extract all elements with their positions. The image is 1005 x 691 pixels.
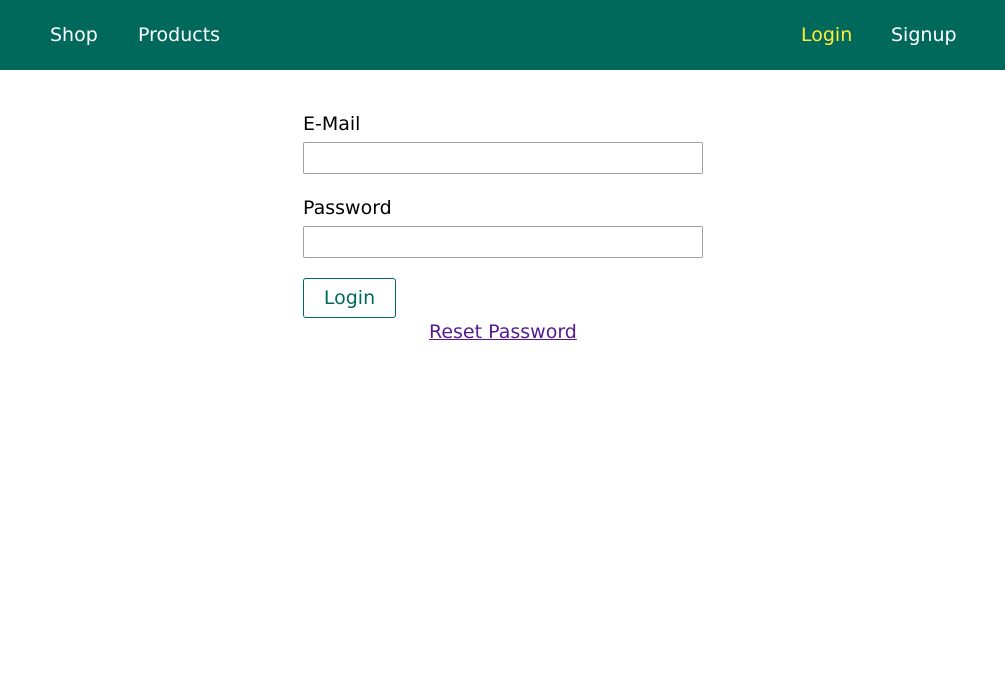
password-label: Password (303, 197, 392, 219)
nav-link-signup[interactable]: Signup (891, 22, 957, 48)
email-label: E-Mail (303, 113, 361, 135)
nav-link-shop[interactable]: Shop (50, 22, 98, 48)
password-input[interactable] (303, 226, 703, 258)
main-header: Shop Products Login Signup (0, 0, 1005, 70)
reset-password-link[interactable]: Reset Password (429, 319, 577, 345)
nav-link-products[interactable]: Products (138, 22, 220, 48)
email-input[interactable] (303, 142, 703, 174)
login-button[interactable]: Login (303, 278, 396, 318)
nav-link-login[interactable]: Login (801, 22, 852, 48)
